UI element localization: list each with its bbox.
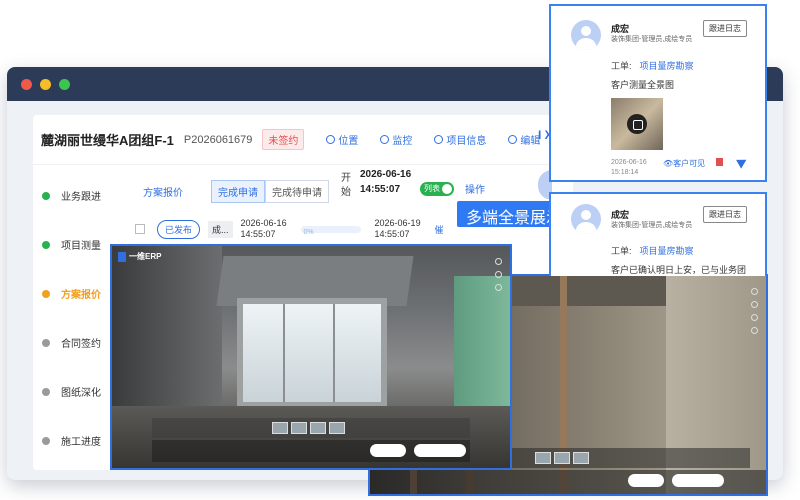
status-dot [42,387,50,396]
status-badge: 未签约 [262,129,305,150]
viewer-tool-icon[interactable] [751,288,758,295]
work-order: 工单: 项目量房勘察 [611,246,694,256]
info-icon [434,135,444,144]
row-date-end: 2026-06-19 14:55:07 [374,218,421,239]
customer-visible-toggle[interactable]: 👁客户可见 [663,158,705,169]
viewer-tool-icon[interactable] [495,271,502,278]
viewer-tool-icon[interactable] [751,314,758,321]
wechat-contact[interactable] [628,474,664,487]
scene-thumbnail[interactable] [272,422,288,434]
scene-strip [490,448,750,468]
panorama-icon [627,114,647,134]
assignee: 成... [208,220,233,238]
panorama-thumbnail[interactable] [611,98,663,150]
log-user-role: 装饰集团-管理员,成绘专员 [611,36,693,43]
list-toggle[interactable]: 列表 [420,182,454,196]
sidebar-item-drawings[interactable]: 图纸深化 [33,367,119,416]
viewer-tool-icon[interactable] [495,258,502,265]
segment-pending[interactable]: 完成待申请 [265,180,329,203]
published-tag: 已发布 [157,219,201,239]
window-frame [237,298,387,408]
logo-icon [118,251,126,262]
location-link[interactable]: 位置 [326,132,358,147]
monitor-link[interactable]: 监控 [380,132,412,147]
sidebar-item-measure[interactable]: 项目测量 [33,220,119,269]
log-note: 客户已确认明日上安，已与业务团 [611,265,747,275]
start-label: 开始 [341,173,351,198]
status-dot [42,338,50,347]
panorama-viewer-desktop[interactable]: 一维ERP [110,244,512,470]
scene-thumbnail[interactable] [554,452,570,464]
avatar [571,20,601,50]
stage-tabs: 方案报价 完成申请 完成待申请 [143,180,329,203]
phone-contact[interactable] [414,444,466,457]
status-dot [42,436,50,445]
segment-done[interactable]: 完成申请 [211,180,265,203]
operations-menu[interactable]: 操作 [465,181,485,196]
work-order: 工单: 项目量房勘察 [611,61,694,71]
viewer-tool-icon[interactable] [751,327,758,334]
sidebar-item-follow-up[interactable]: 业务跟进 [33,171,119,220]
viewer-side-icons [751,288,758,334]
project-code: P2026061679 [183,133,253,146]
project-header: 麓湖丽世缦华A团组F-1 P2026061679 未签约 位置 监控 项目信息 … [33,115,573,165]
work-order-link[interactable]: 项目量房勘察 [640,246,694,256]
scene-thumbnails [535,452,589,464]
maximize-window-button[interactable] [59,78,70,90]
follow-log-button[interactable]: 跟进日志 [703,20,747,37]
send-icon[interactable] [736,155,749,169]
follow-log-button[interactable]: 跟进日志 [703,206,747,223]
status-dot [42,289,50,298]
tab-quote[interactable]: 方案报价 [143,184,183,199]
edit-icon [508,135,518,144]
eye-icon: 👁 [663,159,674,168]
sidebar-item-contract[interactable]: 合同签约 [33,318,119,367]
progress-bar: 0% [300,225,361,236]
erp-logo: 一维ERP [118,251,161,262]
follow-up-log-entry: 成宏 装饰集团-管理员,成绘专员 跟进日志 工单: 项目量房勘察 客户已确认明日上… [549,192,767,276]
log-user-name: 成宏 [611,210,630,220]
viewer-tool-icon[interactable] [495,284,502,291]
scene-thumbnail[interactable] [310,422,326,434]
location-icon [326,135,336,144]
start-date: 2026-06-16 14:55:07 [360,169,412,195]
edit-link[interactable]: 编辑 [508,132,540,147]
viewer-tool-icon[interactable] [751,301,758,308]
urge-button[interactable]: 催 [435,223,444,236]
scene-thumbnail[interactable] [329,422,345,434]
row-date-start: 2026-06-16 14:55:07 [240,218,287,239]
stage-sidebar: 业务跟进 项目测量 方案报价 合同签约 图纸深化 施工进度 [33,171,119,465]
trash-icon[interactable] [716,158,723,166]
sidebar-item-quote[interactable]: 方案报价 [33,269,119,318]
scene-thumbnail[interactable] [573,452,589,464]
scene-thumbnail[interactable] [291,422,307,434]
scene-thumbnails [272,422,345,434]
log-user-name: 成宏 [611,24,630,34]
avatar [571,204,601,234]
viewer-side-icons [495,258,502,291]
log-timestamp: 2026-06-16 15:18:14 [611,159,647,176]
status-segment: 完成申请 完成待申请 [211,180,329,203]
follow-up-log-entry: 成宏 装饰集团-管理员,成绘专员 跟进日志 工单: 项目量房勘察 客户测量全景图 … [549,4,767,182]
log-user-role: 装饰集团-管理员,成绘专员 [611,222,693,229]
status-dot [42,240,50,249]
sidebar-item-construction[interactable]: 施工进度 [33,416,119,465]
minimize-window-button[interactable] [40,78,51,90]
close-window-button[interactable] [21,78,32,90]
wechat-contact[interactable] [370,444,406,457]
status-dot [42,191,50,200]
scene-thumbnail[interactable] [535,452,551,464]
project-title: 麓湖丽世缦华A团组F-1 [41,133,174,148]
log-note: 客户测量全景图 [611,80,675,90]
phone-contact[interactable] [672,474,724,487]
row-checkbox[interactable] [135,224,145,234]
work-order-link[interactable]: 项目量房勘察 [640,61,694,71]
monitor-icon [380,135,390,144]
project-info-link[interactable]: 项目信息 [434,132,486,147]
